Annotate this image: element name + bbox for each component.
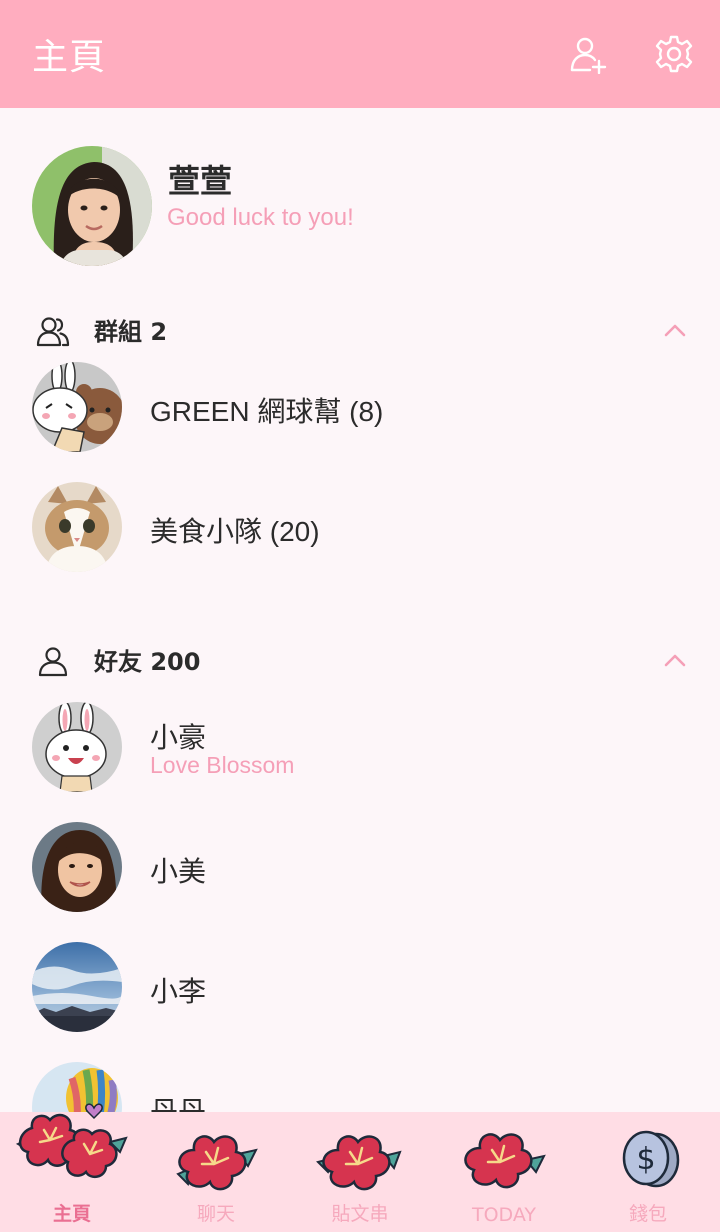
tab-timeline-label: 貼文串 — [331, 1203, 389, 1225]
tab-home-label: 主頁 — [52, 1203, 91, 1225]
cat-avatar — [32, 482, 122, 572]
page-title: 主頁 — [32, 37, 107, 78]
woman-photo-avatar — [32, 822, 122, 912]
friend-name: 小美 — [150, 856, 207, 887]
tab-today[interactable]: TODAY — [432, 1112, 576, 1232]
group-row[interactable]: 美食小隊 (20) — [0, 474, 720, 584]
tab-wallet-label: 錢包 — [628, 1203, 667, 1225]
tab-chats-label: 聊天 — [196, 1203, 235, 1225]
group-row[interactable]: GREEN 網球幫 (8) — [0, 354, 720, 464]
friend-row[interactable]: 小李 — [0, 934, 720, 1044]
friends-section-label: 好友 200 — [94, 648, 201, 676]
bunny-and-bear-avatar — [32, 362, 122, 452]
chevron-up-icon[interactable] — [660, 318, 690, 342]
flower-timeline-icon — [316, 1135, 402, 1191]
coin-wallet-icon: $ — [622, 1130, 680, 1188]
tab-home[interactable]: 主頁 — [0, 1103, 144, 1232]
sky-photo-avatar — [32, 942, 122, 1032]
tab-timeline[interactable]: 貼文串 — [288, 1112, 432, 1232]
flower-home-icon — [15, 1103, 128, 1179]
tab-chats[interactable]: 聊天 — [144, 1112, 288, 1232]
friend-row[interactable]: 小美 — [0, 814, 720, 924]
group-name: GREEN 網球幫 (8) — [150, 396, 384, 427]
bunny-avatar — [32, 702, 122, 792]
friends-section-header[interactable]: 好友 200 — [0, 632, 720, 688]
tab-wallet[interactable]: $ 錢包 — [576, 1112, 720, 1232]
flower-today-icon — [464, 1133, 546, 1189]
my-profile-name[interactable]: 萱萱 — [168, 156, 232, 202]
chevron-up-icon[interactable] — [660, 648, 690, 672]
groups-section-label: 群組 2 — [94, 318, 168, 346]
group-name: 美食小隊 (20) — [150, 516, 320, 547]
my-profile-avatar[interactable] — [32, 146, 152, 266]
flower-chats-icon — [176, 1135, 258, 1191]
friend-row[interactable]: 小豪 Love Blossom — [0, 694, 720, 804]
settings-button[interactable] — [652, 32, 696, 76]
settings-gear-icon — [655, 35, 693, 73]
groups-section-header[interactable]: 群組 2 — [0, 302, 720, 358]
bottom-tab-bar: 主頁 聊天 貼文串 TODAY $ 錢包 — [0, 1103, 720, 1232]
friend-name: 小李 — [150, 976, 207, 1007]
tab-today-label: TODAY — [472, 1204, 536, 1226]
svg-text:$: $ — [636, 1142, 655, 1177]
home-content[interactable]: 萱萱 Good luck to you! 群組 2 GREEN 網球幫 (8) … — [0, 108, 720, 1112]
add-friend-icon — [570, 37, 607, 74]
my-profile-status: Good luck to you! — [167, 204, 354, 231]
friend-status: Love Blossom — [150, 752, 295, 778]
add-friend-button[interactable] — [566, 32, 610, 76]
friend-icon — [38, 647, 68, 677]
app-header: 主頁 — [0, 0, 720, 108]
friend-name: 小豪 — [150, 722, 207, 753]
group-icon — [36, 317, 70, 347]
